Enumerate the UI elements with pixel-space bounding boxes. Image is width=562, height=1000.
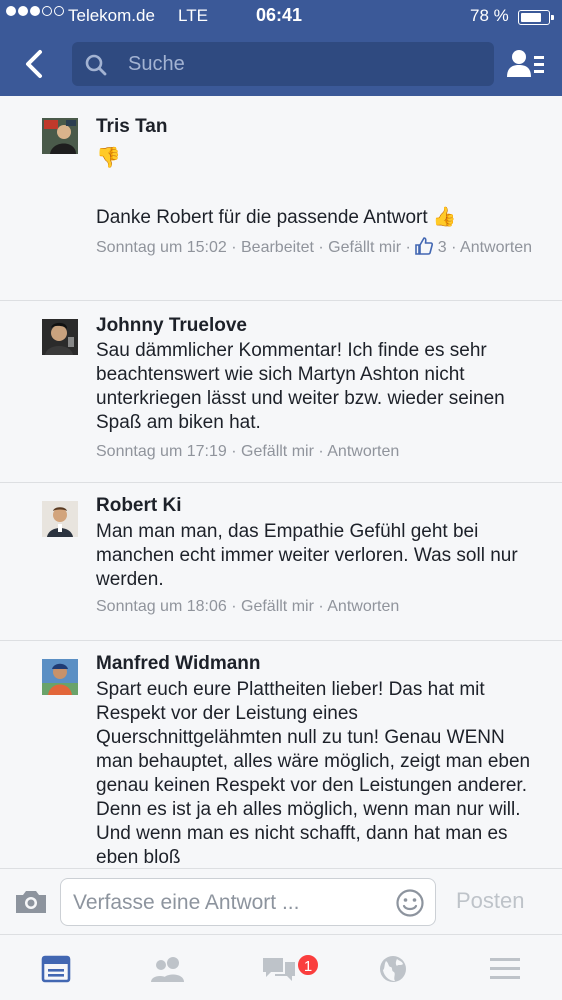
reply-input[interactable]: Verfasse eine Antwort ... <box>60 878 436 926</box>
messages-badge: 1 <box>296 953 320 977</box>
tab-bar: 1 <box>0 934 562 1000</box>
avatar[interactable] <box>42 319 78 355</box>
emoji-icon[interactable] <box>395 888 425 918</box>
post-button[interactable]: Posten <box>456 888 525 914</box>
like-count[interactable]: 3 <box>438 239 447 256</box>
comment-text: Man man man, das Empathie Gefühl geht be… <box>96 521 518 590</box>
comment-time[interactable]: Sonntag um 15:02 <box>96 239 227 256</box>
comment-text: Sau dämmlicher Kommentar! Ich finde es s… <box>96 340 505 433</box>
status-bar: Telekom.de LTE 06:41 78 % <box>0 0 562 32</box>
comment-author[interactable]: Robert Ki <box>96 495 182 517</box>
messages-icon <box>263 958 295 981</box>
friend-list-button[interactable] <box>506 44 546 84</box>
comment-text: Spart euch eure Plattheiten lieber! Das … <box>96 679 531 868</box>
tab-friend-requests[interactable] <box>143 949 193 989</box>
edited-label[interactable]: Bearbeitet <box>241 239 314 256</box>
network-type: LTE <box>178 6 208 25</box>
battery-icon <box>518 10 554 25</box>
news-feed-icon <box>41 955 71 983</box>
comment-meta: Sonntag um 15:02 · Bearbeitet · Gefällt … <box>96 237 533 256</box>
search-input[interactable]: Suche <box>72 42 494 86</box>
search-placeholder: Suche <box>128 53 185 75</box>
notifications-globe-icon <box>380 956 406 982</box>
comment-text: Danke Robert für die passende Antwort 👍 <box>96 207 457 228</box>
reply-placeholder: Verfasse eine Antwort ... <box>73 891 300 914</box>
reply-bar: Verfasse eine Antwort ... Posten <box>0 868 562 934</box>
friend-list-icon <box>507 50 544 77</box>
carrier-name: Telekom.de <box>68 6 155 25</box>
signal-strength-icon <box>6 6 66 16</box>
menu-icon <box>490 958 520 979</box>
like-button[interactable]: Gefällt mir <box>241 598 314 615</box>
comment-item: Manfred Widmann Spart euch eure Platthei… <box>0 641 562 868</box>
avatar[interactable] <box>42 118 78 154</box>
like-button[interactable]: Gefällt mir <box>328 239 401 256</box>
avatar[interactable] <box>42 501 78 537</box>
tab-news-feed[interactable] <box>31 949 81 989</box>
like-count-icon <box>415 237 434 255</box>
clock: 06:41 <box>256 5 303 25</box>
comment-item: Robert Ki Man man man, das Empathie Gefü… <box>0 483 562 640</box>
tab-notifications[interactable] <box>368 949 418 989</box>
comment-meta: Sonntag um 17:19 · Gefällt mir · Antwort… <box>96 443 400 460</box>
reply-button[interactable]: Antworten <box>460 239 532 256</box>
comment-author[interactable]: Tris Tan <box>96 116 167 138</box>
search-icon <box>85 54 107 76</box>
friend-requests-icon <box>151 957 184 982</box>
reply-button[interactable]: Antworten <box>327 598 399 615</box>
battery-percent: 78 % <box>470 6 509 25</box>
comment-time[interactable]: Sonntag um 18:06 <box>96 598 227 615</box>
comment-author[interactable]: Manfred Widmann <box>96 653 261 675</box>
comment-meta: Sonntag um 18:06 · Gefällt mir · Antwort… <box>96 598 400 615</box>
top-bar: Telekom.de LTE 06:41 78 % Suche <box>0 0 562 96</box>
camera-icon <box>16 891 46 913</box>
comment-item: Johnny Truelove Sau dämmlicher Kommentar… <box>0 301 562 483</box>
camera-button[interactable] <box>14 889 48 920</box>
avatar[interactable] <box>42 659 78 695</box>
reply-button[interactable]: Antworten <box>327 443 399 460</box>
comment-dislike-emoji: 👎 <box>96 147 121 169</box>
comments-list[interactable]: Tris Tan 👎 Danke Robert für die passende… <box>0 96 562 868</box>
like-button[interactable]: Gefällt mir <box>241 443 314 460</box>
comment-item: Tris Tan 👎 Danke Robert für die passende… <box>0 96 562 300</box>
chevron-left-icon <box>26 50 42 78</box>
comment-author[interactable]: Johnny Truelove <box>96 315 247 337</box>
back-button[interactable] <box>14 44 54 84</box>
comment-time[interactable]: Sonntag um 17:19 <box>96 443 227 460</box>
tab-menu[interactable] <box>480 949 530 989</box>
